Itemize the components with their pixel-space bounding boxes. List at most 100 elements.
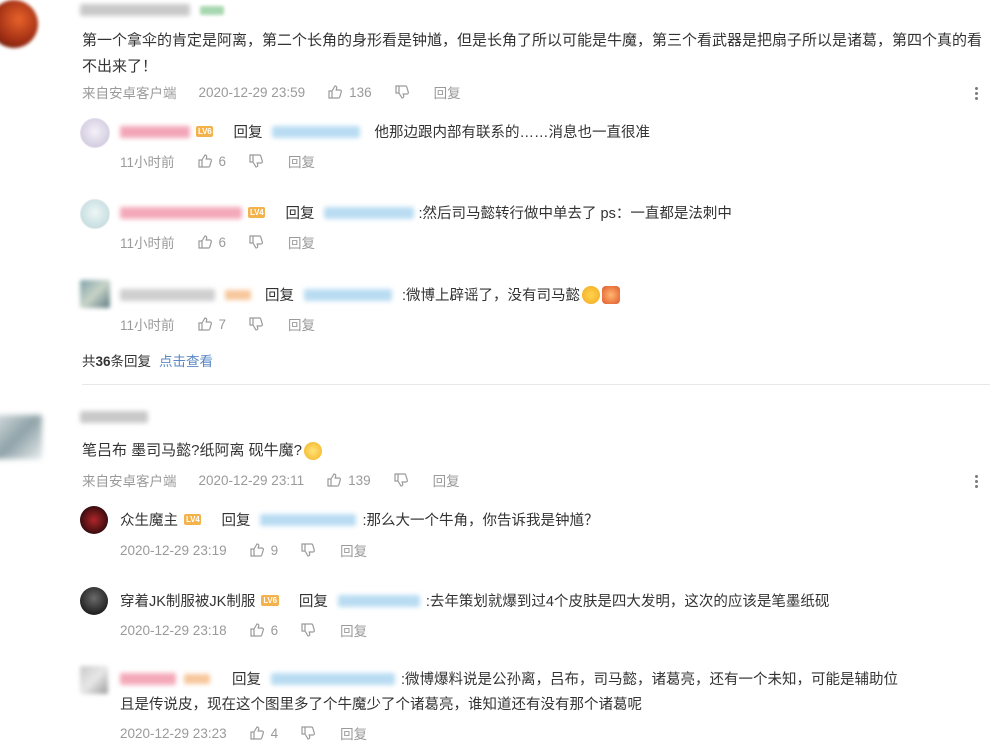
dislike-button[interactable] xyxy=(394,84,410,100)
like-count: 4 xyxy=(270,725,279,741)
comment-source: 来自安卓客户端 xyxy=(82,86,177,101)
reply-text-line2: 且是传说皮，现在这个图里多了个牛魔少了个诸葛亮，谁知道还有没有那个诸葛呢 xyxy=(120,697,642,713)
reply-button[interactable]: 回复 xyxy=(288,151,315,171)
divider xyxy=(82,384,990,385)
comment-text: 第一个拿伞的肯定是阿离，第二个长角的身形看是钟馗，但是长角了所以可能是牛魔，第三… xyxy=(82,32,983,75)
thumbs-up-icon xyxy=(197,235,212,249)
reply-text-line1: :微博爆料说是公孙离，吕布，司马懿，诸葛亮，还有一个未知，可能是辅助位 xyxy=(401,672,899,688)
comment-meta: 来自安卓客户端 2020-12-29 23:59 136 回复 xyxy=(82,82,461,102)
reply-word: 回复 xyxy=(298,594,328,610)
avatar[interactable] xyxy=(80,666,108,694)
reply-header: LV6 回复 他那边跟内部有联系的……消息也一直很准 xyxy=(120,121,650,142)
cat-emoji-icon xyxy=(582,285,601,304)
dislike-button[interactable] xyxy=(248,234,264,250)
like-button[interactable] xyxy=(326,472,342,488)
username-blurred[interactable] xyxy=(120,206,242,219)
grin-emoji-icon xyxy=(304,442,323,461)
level-badge: LV6 xyxy=(196,126,214,137)
reply-button[interactable]: 回复 xyxy=(340,540,367,560)
avatar[interactable] xyxy=(0,0,38,48)
avatar[interactable] xyxy=(80,118,110,148)
like-button[interactable] xyxy=(249,622,265,638)
comment-text: 笔吕布 墨司马懿?纸阿离 砚牛魔? xyxy=(82,438,982,464)
reply-button[interactable]: 回复 xyxy=(288,314,315,334)
reply-meta: 2020-12-29 23:23 4 回复 xyxy=(120,723,367,743)
avatar[interactable] xyxy=(80,587,108,615)
view-replies-link[interactable]: 点击查看 xyxy=(159,354,213,369)
avatar[interactable] xyxy=(80,199,110,229)
reply-word: 回复 xyxy=(232,672,261,688)
like-count: 9 xyxy=(270,542,279,558)
avatar[interactable] xyxy=(80,506,108,534)
thumbs-up-icon xyxy=(249,623,264,637)
target-username-blurred[interactable] xyxy=(271,672,395,685)
level-badge: LV6 xyxy=(261,595,279,606)
reply-word: 回复 xyxy=(221,513,251,529)
reply-button[interactable]: 回复 xyxy=(288,232,315,252)
like-button[interactable] xyxy=(197,153,213,169)
dislike-button[interactable] xyxy=(300,725,316,741)
comment-text-content: 笔吕布 墨司马懿?纸阿离 砚牛魔? xyxy=(82,442,303,459)
target-username-blurred[interactable] xyxy=(337,594,420,607)
like-button[interactable] xyxy=(327,84,343,100)
collapse-prefix: 共 xyxy=(82,354,96,369)
collapsed-replies: 共36条回复 点击查看 xyxy=(82,350,213,370)
reply-header: LV4 回复 :然后司马懿转行做中单去了 ps：一直都是法刺中 xyxy=(120,202,732,223)
username[interactable]: 穿着JK制服被JK制服 xyxy=(120,590,255,611)
like-button[interactable] xyxy=(249,542,265,558)
target-username-blurred[interactable] xyxy=(272,125,361,138)
reply-time: 2020-12-29 23:19 xyxy=(120,542,227,558)
thumbs-down-icon xyxy=(301,543,316,557)
username-blurred[interactable] xyxy=(120,672,176,685)
reply-button[interactable]: 回复 xyxy=(340,723,367,743)
reply-meta: 2020-12-29 23:19 9 回复 xyxy=(120,540,367,560)
username-blurred[interactable] xyxy=(80,411,148,423)
like-button[interactable] xyxy=(249,725,265,741)
reply-meta: 11小时前 6 回复 xyxy=(120,151,315,171)
user-tag-blurred xyxy=(200,6,224,15)
username-blurred[interactable] xyxy=(80,4,190,16)
target-username-blurred[interactable] xyxy=(260,513,357,526)
like-button[interactable] xyxy=(197,234,213,250)
dislike-button[interactable] xyxy=(300,622,316,638)
thumbs-down-icon xyxy=(395,85,409,99)
reply-text: :去年策划就爆到过4个皮肤是四大发明，这次的应该是笔墨纸砚 xyxy=(425,594,830,610)
reply-time: 11小时前 xyxy=(120,155,175,170)
thumbs-up-icon xyxy=(328,85,343,99)
dislike-button[interactable] xyxy=(248,316,264,332)
like-count: 6 xyxy=(270,622,279,638)
reply-meta: 11小时前 6 回复 xyxy=(120,232,315,252)
reply-text: 他那边跟内部有联系的……消息也一直很准 xyxy=(374,125,650,141)
avatar[interactable] xyxy=(80,280,110,308)
like-count: 6 xyxy=(218,153,227,169)
like-count: 139 xyxy=(348,472,371,488)
target-username-blurred[interactable] xyxy=(304,288,392,301)
thumbs-up-icon xyxy=(197,317,212,331)
username-blurred[interactable] xyxy=(120,125,190,138)
like-count: 136 xyxy=(349,84,372,100)
reply-header: 回复 :微博上辟谣了，没有司马懿 xyxy=(120,284,621,305)
reply-word: 回复 xyxy=(233,125,263,141)
username[interactable]: 众生魔主 xyxy=(120,509,178,530)
username-blurred[interactable] xyxy=(120,288,215,301)
more-vertical-icon[interactable] xyxy=(975,85,979,102)
crying-emoji-icon xyxy=(602,285,621,304)
reply-count: 36 xyxy=(95,354,111,369)
more-vertical-icon[interactable] xyxy=(975,473,979,490)
reply-button[interactable]: 回复 xyxy=(340,620,367,640)
dislike-button[interactable] xyxy=(393,472,409,488)
reply-text: :微博上辟谣了，没有司马懿 xyxy=(402,288,581,304)
thumbs-up-icon xyxy=(327,473,342,487)
reply-word: 回复 xyxy=(285,206,315,222)
reply-time: 11小时前 xyxy=(120,318,175,333)
target-username-blurred[interactable] xyxy=(324,206,415,219)
like-button[interactable] xyxy=(197,316,213,332)
reply-header: 回复 :微博爆料说是公孙离，吕布，司马懿，诸葛亮，还有一个未知，可能是辅助位 xyxy=(120,668,898,689)
thumbs-down-icon xyxy=(394,473,408,487)
dislike-button[interactable] xyxy=(300,542,316,558)
reply-time: 2020-12-29 23:18 xyxy=(120,622,227,638)
reply-button[interactable]: 回复 xyxy=(434,82,461,102)
dislike-button[interactable] xyxy=(248,153,264,169)
reply-button[interactable]: 回复 xyxy=(433,470,460,490)
avatar[interactable] xyxy=(0,415,42,459)
